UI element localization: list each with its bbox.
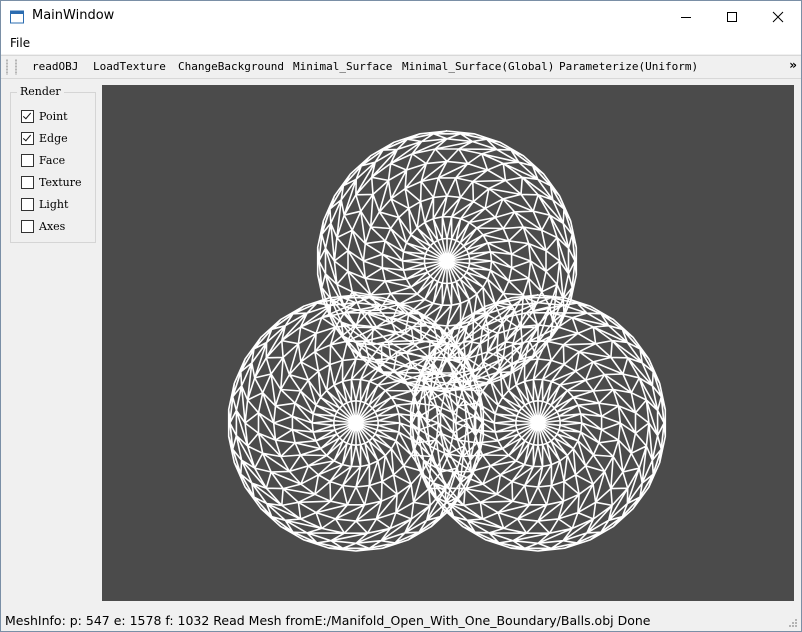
edge-checkbox[interactable]: Edge <box>21 131 68 145</box>
texture-label: Texture <box>39 175 82 189</box>
checkbox-box[interactable] <box>21 131 34 145</box>
parameterize-uniform-button[interactable]: Parameterize(Uniform) <box>559 59 698 75</box>
axes-checkbox[interactable]: Axes <box>21 219 65 233</box>
texture-checkbox[interactable]: Texture <box>21 175 81 189</box>
title-bar[interactable]: MainWindow <box>1 1 801 32</box>
app-icon <box>10 10 24 24</box>
checkbox-box[interactable] <box>21 153 34 167</box>
read-obj-button[interactable]: readOBJ <box>32 59 78 75</box>
toolbar-grip-handle[interactable] <box>15 59 17 75</box>
main-window: MainWindow File readOBJ LoadTexture Chan… <box>0 0 802 632</box>
minimize-button[interactable] <box>663 1 709 32</box>
point-label: Point <box>39 109 68 123</box>
toolbar-overflow-button[interactable]: » <box>789 58 797 72</box>
axes-label: Axes <box>39 219 66 233</box>
load-texture-button[interactable]: LoadTexture <box>93 59 166 75</box>
checkbox-box[interactable] <box>21 219 34 233</box>
status-bar: MeshInfo: p: 547 e: 1578 f: 1032 Read Me… <box>1 610 801 631</box>
window-title: MainWindow <box>32 8 115 23</box>
face-label: Face <box>39 153 66 167</box>
checkbox-box[interactable] <box>21 197 34 211</box>
close-button[interactable] <box>755 1 801 32</box>
point-checkbox[interactable]: Point <box>21 109 68 123</box>
sphere-mesh <box>316 130 578 392</box>
minimal-surface-global-button[interactable]: Minimal_Surface(Global) <box>402 59 554 75</box>
light-checkbox[interactable]: Light <box>21 197 68 211</box>
toolbar-grip-handle[interactable] <box>6 59 8 75</box>
mesh-wireframe <box>102 85 794 601</box>
resize-grip-icon[interactable] <box>788 618 798 628</box>
minimize-icon <box>681 16 691 18</box>
toolbar: readOBJ LoadTexture ChangeBackground Min… <box>1 55 801 79</box>
light-label: Light <box>39 197 69 211</box>
checkbox-box[interactable] <box>21 109 34 123</box>
minimal-surface-button[interactable]: Minimal_Surface <box>293 59 392 75</box>
face-checkbox[interactable]: Face <box>21 153 65 167</box>
menu-bar: File <box>1 32 801 54</box>
maximize-button[interactable] <box>709 1 755 32</box>
change-background-button[interactable]: ChangeBackground <box>178 59 284 75</box>
status-text: MeshInfo: p: 547 e: 1578 f: 1032 Read Me… <box>5 613 651 628</box>
menu-file[interactable]: File <box>10 36 30 50</box>
maximize-icon <box>727 11 737 22</box>
render-group-title: Render <box>17 85 64 98</box>
close-icon <box>772 11 784 22</box>
edge-label: Edge <box>39 131 68 145</box>
mesh-viewport[interactable] <box>102 85 794 601</box>
checkbox-box[interactable] <box>21 175 34 189</box>
